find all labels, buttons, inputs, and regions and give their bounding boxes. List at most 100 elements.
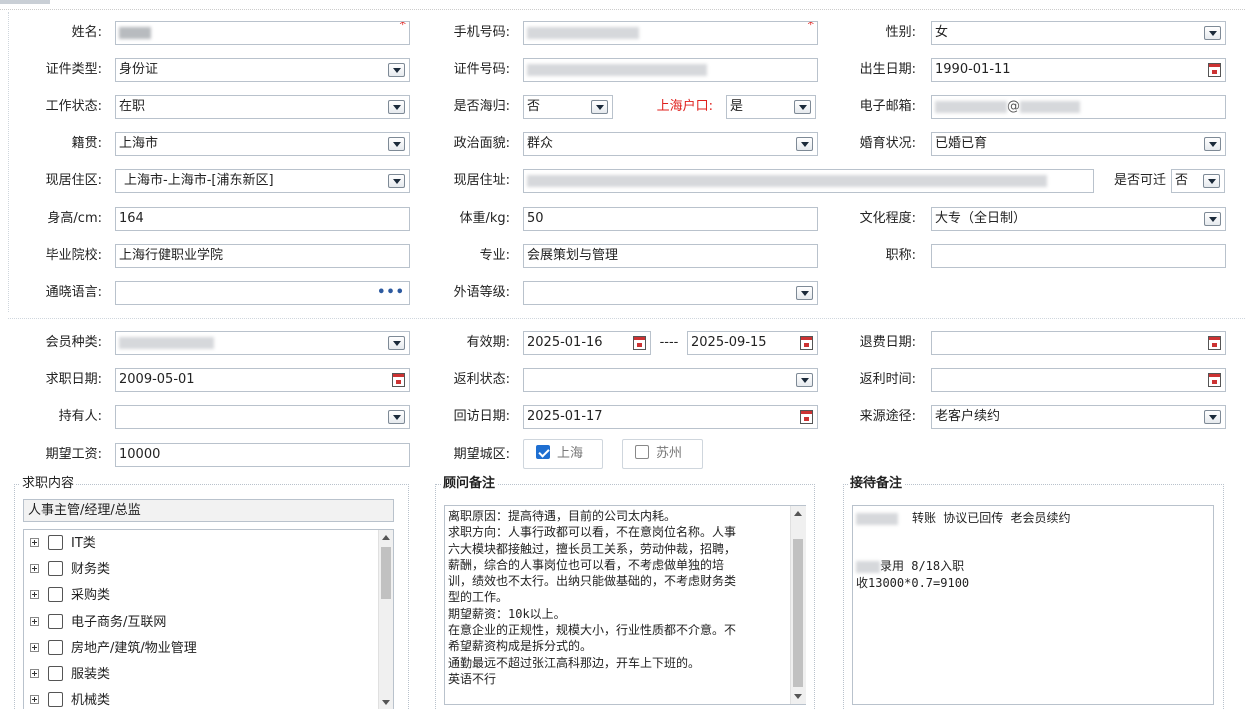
checkbox-unchecked-icon[interactable] [48,666,63,681]
notes-scrollbar[interactable] [790,506,806,704]
id-number-input[interactable] [523,58,818,82]
expand-icon[interactable] [30,669,39,678]
languages-input[interactable]: ••• [115,281,410,305]
tree-item[interactable]: 房地产/建筑/物业管理 [30,639,197,659]
valid-start-input[interactable]: 2025-01-16 [523,331,651,355]
calendar-icon[interactable] [800,410,813,424]
checkbox-unchecked-icon[interactable] [48,561,63,576]
consultant-notes-textarea[interactable]: 离职原因：提高待遇，目前的公司太内耗。 求职方向：人事行政都可以看，不在意岗位名… [444,505,806,705]
top-tab[interactable] [0,0,50,4]
chevron-down-icon[interactable] [1204,137,1221,151]
residence-area-select[interactable]: 上海市-上海市-[浦东新区] [115,169,410,193]
rebate-time-input[interactable] [931,368,1226,392]
city-option-shanghai[interactable]: 上海 [523,439,603,469]
chevron-down-icon[interactable] [388,174,405,188]
expand-icon[interactable] [30,538,39,547]
hukou-select[interactable]: 是 [726,95,816,119]
birth-date-input[interactable]: 1990-01-11 [931,58,1226,82]
checkbox-unchecked-icon[interactable] [48,640,63,655]
chevron-down-icon[interactable] [388,63,405,77]
checkbox-unchecked-icon[interactable] [48,587,63,602]
source-select[interactable]: 老客户续约 [931,405,1226,429]
chevron-down-icon[interactable] [388,410,405,424]
id-type-label: 证件类型: [45,62,102,77]
chevron-down-icon[interactable] [388,137,405,151]
visit-date-value: 2025-01-17 [527,409,603,424]
chevron-down-icon[interactable] [1204,410,1221,424]
returnee-select[interactable]: 否 [523,95,613,119]
chevron-down-icon[interactable] [796,286,813,300]
calendar-icon[interactable] [1208,336,1221,350]
tree-item[interactable]: 机械类 [30,691,110,709]
name-input[interactable]: * [115,21,410,45]
visit-date-input[interactable]: 2025-01-17 [523,405,818,429]
tree-item[interactable]: 采购类 [30,586,110,606]
tree-item[interactable]: IT类 [30,534,96,554]
chevron-down-icon[interactable] [1204,26,1221,40]
scroll-thumb[interactable] [793,539,803,687]
school-input[interactable]: 上海行健职业学院 [115,244,410,268]
chevron-down-icon[interactable] [1204,212,1221,226]
expand-icon[interactable] [30,564,39,573]
phone-input[interactable]: * [523,21,818,45]
calendar-icon[interactable] [633,336,646,350]
note-line: 六大模块都接触过，擅长员工关系，劳动仲裁，招聘， [448,541,737,556]
chevron-down-icon[interactable] [388,336,405,350]
member-type-select[interactable] [115,331,410,355]
rebate-status-select[interactable] [523,368,818,392]
calendar-icon[interactable] [800,336,813,350]
calendar-icon[interactable] [392,373,405,387]
marital-status-select[interactable]: 已婚已育 [931,132,1226,156]
residence-address-input[interactable] [523,169,1094,193]
calendar-icon[interactable] [1208,373,1221,387]
scroll-down-icon[interactable] [382,700,390,705]
chevron-down-icon[interactable] [388,100,405,114]
foreign-level-select[interactable] [523,281,818,305]
gender-select[interactable]: 女 [931,21,1226,45]
native-place-select[interactable]: 上海市 [115,132,410,156]
expected-salary-input[interactable]: 10000 [115,443,410,467]
reception-notes-textarea[interactable]: 转账 协议已回传 老会员续约 录用 8/18入职 收13000*0.7=9100 [852,505,1214,705]
checkbox-unchecked-icon[interactable] [635,445,649,459]
scroll-thumb[interactable] [381,547,391,599]
checkbox-unchecked-icon[interactable] [48,692,63,707]
chevron-down-icon[interactable] [796,373,813,387]
chevron-down-icon[interactable] [794,100,811,114]
tree-item[interactable]: 电子商务/互联网 [30,613,166,633]
expand-icon[interactable] [30,643,39,652]
refund-date-input[interactable] [931,331,1226,355]
relocatable-select[interactable]: 否 [1171,169,1225,193]
major-input[interactable]: 会展策划与管理 [523,244,818,268]
job-selected-field[interactable]: 人事主管/经理/总监 [23,499,394,522]
chevron-down-icon[interactable] [591,100,608,114]
checkbox-unchecked-icon[interactable] [48,535,63,550]
education-select[interactable]: 大专（全日制） [931,207,1226,231]
job-category-tree[interactable]: IT类 财务类 采购类 电子商务/互联网 房地产/建筑/物业管理 服装类 机械类 [23,529,394,709]
scroll-down-icon[interactable] [794,694,802,699]
chevron-down-icon[interactable] [796,137,813,151]
job-search-date-input[interactable]: 2009-05-01 [115,368,410,392]
height-input[interactable]: 164 [115,207,410,231]
chevron-down-icon[interactable] [1203,174,1220,188]
valid-end-input[interactable]: 2025-09-15 [687,331,818,355]
scroll-up-icon[interactable] [794,511,802,516]
city-option-suzhou[interactable]: 苏州 [622,439,703,469]
title-input[interactable] [931,244,1226,268]
email-input[interactable]: @ [931,95,1226,119]
political-status-select[interactable]: 群众 [523,132,818,156]
more-icon[interactable]: ••• [377,282,405,304]
id-type-select[interactable]: 身份证 [115,58,410,82]
tree-scrollbar[interactable] [378,530,393,709]
holder-select[interactable] [115,405,410,429]
expand-icon[interactable] [30,590,39,599]
expand-icon[interactable] [30,695,39,704]
weight-input[interactable]: 50 [523,207,818,231]
tree-item[interactable]: 服装类 [30,665,110,685]
work-status-select[interactable]: 在职 [115,95,410,119]
checkbox-unchecked-icon[interactable] [48,614,63,629]
expand-icon[interactable] [30,617,39,626]
calendar-icon[interactable] [1208,63,1221,77]
tree-item[interactable]: 财务类 [30,560,110,580]
scroll-up-icon[interactable] [382,535,390,540]
checkbox-checked-icon[interactable] [536,445,550,459]
